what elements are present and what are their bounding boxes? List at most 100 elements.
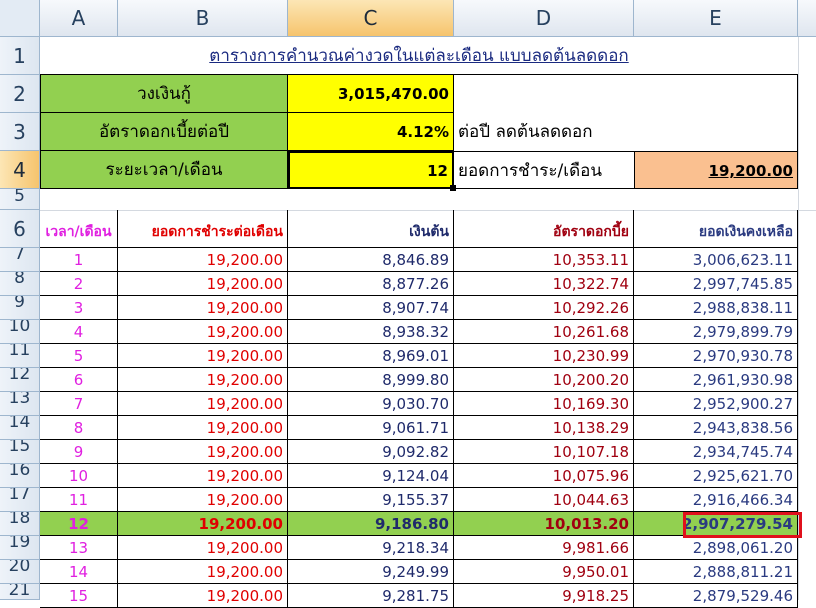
cell-interest[interactable]: 10,107.18 <box>454 440 634 464</box>
cell-interest[interactable]: 10,169.30 <box>454 392 634 416</box>
interest-rate-label[interactable]: อัตราดอกเบี้ยต่อปี <box>40 113 288 151</box>
row-header-2[interactable]: 2 <box>0 75 40 113</box>
cell-payment[interactable]: 19,200.00 <box>118 320 288 344</box>
cell-balance[interactable]: 2,979,899.79 <box>634 320 798 344</box>
cell-balance[interactable]: 2,988,838.11 <box>634 296 798 320</box>
cell-month[interactable]: 14 <box>40 560 118 584</box>
row-header-3[interactable]: 3 <box>0 113 40 151</box>
row-header-12[interactable]: 12 <box>0 368 40 392</box>
cell-principal[interactable]: 9,030.70 <box>288 392 454 416</box>
cell-principal[interactable]: 9,061.71 <box>288 416 454 440</box>
cell-month[interactable]: 9 <box>40 440 118 464</box>
monthly-payment-label[interactable]: ยอดการชำระ/เดือน <box>454 151 634 189</box>
header-principal[interactable]: เงินต้น <box>288 210 454 248</box>
cell-interest[interactable]: 10,200.20 <box>454 368 634 392</box>
cell-payment[interactable]: 19,200.00 <box>118 536 288 560</box>
select-all-corner[interactable] <box>0 0 40 37</box>
loan-amount-value[interactable]: 3,015,470.00 <box>288 75 454 113</box>
cell-payment[interactable]: 19,200.00 <box>118 296 288 320</box>
cell-month[interactable]: 3 <box>40 296 118 320</box>
cell-month[interactable]: 8 <box>40 416 118 440</box>
cell-balance[interactable]: 2,879,529.46 <box>634 584 798 608</box>
cell-interest[interactable]: 10,230.99 <box>454 344 634 368</box>
cell-principal[interactable]: 9,218.34 <box>288 536 454 560</box>
column-header-c[interactable]: C <box>288 0 454 37</box>
cell-payment[interactable]: 19,200.00 <box>118 488 288 512</box>
cell-balance[interactable]: 2,970,930.78 <box>634 344 798 368</box>
cell-month[interactable]: 2 <box>40 272 118 296</box>
cell-payment[interactable]: 19,200.00 <box>118 416 288 440</box>
column-header-f[interactable] <box>798 0 816 37</box>
term-value-selected-cell[interactable]: 12 <box>288 151 454 189</box>
row-header-19[interactable]: 19 <box>0 536 40 560</box>
cell-payment[interactable]: 19,200.00 <box>118 272 288 296</box>
cell-balance[interactable]: 3,006,623.11 <box>634 248 798 272</box>
cell-payment[interactable]: 19,200.00 <box>118 248 288 272</box>
cell-interest[interactable]: 10,292.26 <box>454 296 634 320</box>
row-header-6[interactable]: 6 <box>0 210 40 248</box>
cell-interest[interactable]: 10,075.96 <box>454 464 634 488</box>
cell-interest[interactable]: 10,138.29 <box>454 416 634 440</box>
row-header-8[interactable]: 8 <box>0 272 40 296</box>
header-payment[interactable]: ยอดการชำระต่อเดือน <box>118 210 288 248</box>
row-header-16[interactable]: 16 <box>0 464 40 488</box>
column-header-e[interactable]: E <box>634 0 798 37</box>
cell-month[interactable]: 12 <box>40 512 118 536</box>
cell-payment[interactable]: 19,200.00 <box>118 440 288 464</box>
cell-month[interactable]: 1 <box>40 248 118 272</box>
cell-principal[interactable]: 8,907.74 <box>288 296 454 320</box>
header-balance[interactable]: ยอดเงินคงเหลือ <box>634 210 798 248</box>
cell-interest[interactable]: 9,918.25 <box>454 584 634 608</box>
cell-month[interactable]: 11 <box>40 488 118 512</box>
cell-principal[interactable]: 9,281.75 <box>288 584 454 608</box>
row-header-10[interactable]: 10 <box>0 320 40 344</box>
cell-payment[interactable]: 19,200.00 <box>118 512 288 536</box>
sheet-title[interactable]: ตารางการคำนวณค่างวดในแต่ละเดือน แบบลดต้น… <box>40 37 798 75</box>
header-month[interactable]: เวลา/เดือน <box>40 210 118 248</box>
cell-month[interactable]: 5 <box>40 344 118 368</box>
cell-interest[interactable]: 10,044.63 <box>454 488 634 512</box>
cell-principal[interactable]: 9,124.04 <box>288 464 454 488</box>
header-interest[interactable]: อัตราดอกบี้ย <box>454 210 634 248</box>
cell-month[interactable]: 10 <box>40 464 118 488</box>
cell-principal[interactable]: 9,092.82 <box>288 440 454 464</box>
row-header-1[interactable]: 1 <box>0 37 40 75</box>
cell-interest[interactable]: 10,261.68 <box>454 320 634 344</box>
cell-balance[interactable]: 2,898,061.20 <box>634 536 798 560</box>
cell-interest[interactable]: 9,981.66 <box>454 536 634 560</box>
cell-principal[interactable]: 8,938.32 <box>288 320 454 344</box>
cell-interest[interactable]: 10,353.11 <box>454 248 634 272</box>
row-header-7[interactable]: 7 <box>0 248 40 272</box>
cell-payment[interactable]: 19,200.00 <box>118 368 288 392</box>
cell-principal[interactable]: 8,846.89 <box>288 248 454 272</box>
cell-interest[interactable]: 10,322.74 <box>454 272 634 296</box>
cell-payment[interactable]: 19,200.00 <box>118 392 288 416</box>
rate-note[interactable]: ต่อปี ลดต้นลดดอก <box>454 113 634 151</box>
cell-principal[interactable]: 8,999.80 <box>288 368 454 392</box>
cell-payment[interactable]: 19,200.00 <box>118 344 288 368</box>
loan-amount-label[interactable]: วงเงินกู้ <box>40 75 288 113</box>
row-header-18[interactable]: 18 <box>0 512 40 536</box>
cell-balance[interactable]: 2,934,745.74 <box>634 440 798 464</box>
cell-balance[interactable]: 2,952,900.27 <box>634 392 798 416</box>
column-header-b[interactable]: B <box>118 0 288 37</box>
row-header-20[interactable]: 20 <box>0 560 40 584</box>
row-header-9[interactable]: 9 <box>0 296 40 320</box>
row-header-5[interactable]: 5 <box>0 189 40 210</box>
cell-month[interactable]: 13 <box>40 536 118 560</box>
cell-month[interactable]: 4 <box>40 320 118 344</box>
cell-balance[interactable]: 2,997,745.85 <box>634 272 798 296</box>
cell-principal[interactable]: 9,155.37 <box>288 488 454 512</box>
row-header-17[interactable]: 17 <box>0 488 40 512</box>
cell-interest[interactable]: 9,950.01 <box>454 560 634 584</box>
cell-principal[interactable]: 8,877.26 <box>288 272 454 296</box>
cell-interest[interactable]: 10,013.20 <box>454 512 634 536</box>
row-header-21[interactable]: 21 <box>0 584 40 600</box>
cell-payment[interactable]: 19,200.00 <box>118 560 288 584</box>
cell-payment[interactable]: 19,200.00 <box>118 464 288 488</box>
cell-balance[interactable]: 2,925,621.70 <box>634 464 798 488</box>
row-header-14[interactable]: 14 <box>0 416 40 440</box>
cell-month[interactable]: 7 <box>40 392 118 416</box>
cell-month[interactable]: 15 <box>40 584 118 608</box>
cell-balance[interactable]: 2,916,466.34 <box>634 488 798 512</box>
